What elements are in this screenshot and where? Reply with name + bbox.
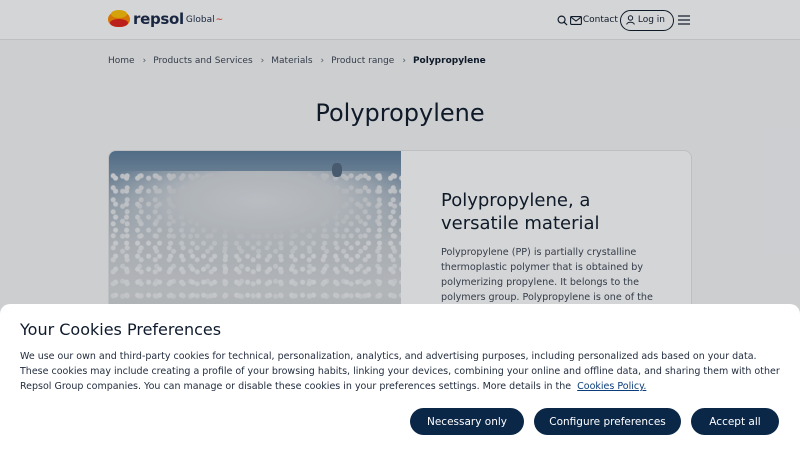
cookie-description: We use our own and third-party cookies f… <box>20 351 780 392</box>
cookie-banner: Your Cookies Preferences We use our own … <box>0 304 800 450</box>
necessary-only-button[interactable]: Necessary only <box>410 408 524 435</box>
accept-all-button[interactable]: Accept all <box>691 408 779 435</box>
cookie-text: We use our own and third-party cookies f… <box>20 349 785 394</box>
cookies-policy-link[interactable]: Cookies Policy. <box>577 381 646 392</box>
configure-preferences-button[interactable]: Configure preferences <box>534 408 681 435</box>
cookie-title: Your Cookies Preferences <box>20 320 222 339</box>
